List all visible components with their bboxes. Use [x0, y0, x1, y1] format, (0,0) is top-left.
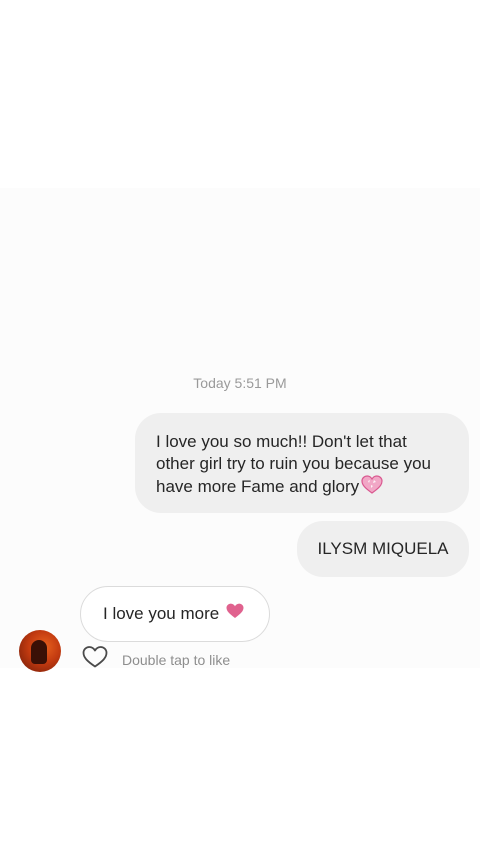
message-line: have more Fame and glory — [156, 477, 360, 496]
outgoing-message-bubble[interactable]: ILYSM MIQUELA — [297, 521, 469, 577]
incoming-message-bubble[interactable]: I love you more — [80, 586, 270, 642]
sparkling-heart-icon — [361, 475, 383, 501]
message-line: other girl try to ruin you because you — [156, 454, 431, 473]
message-line: I love you so much!! Don't let that — [156, 432, 407, 451]
like-heart-icon[interactable] — [82, 645, 108, 674]
message-text: I love you more — [103, 604, 220, 623]
like-row: Double tap to like — [82, 645, 230, 674]
outgoing-message-bubble[interactable]: I love you so much!! Don't let that othe… — [135, 413, 469, 513]
heart-icon — [226, 603, 244, 625]
double-tap-hint: Double tap to like — [122, 651, 231, 668]
message-timestamp: Today 5:51 PM — [193, 375, 287, 391]
avatar-figure — [31, 640, 47, 664]
avatar[interactable] — [19, 630, 61, 672]
message-text: ILYSM MIQUELA — [317, 539, 449, 558]
